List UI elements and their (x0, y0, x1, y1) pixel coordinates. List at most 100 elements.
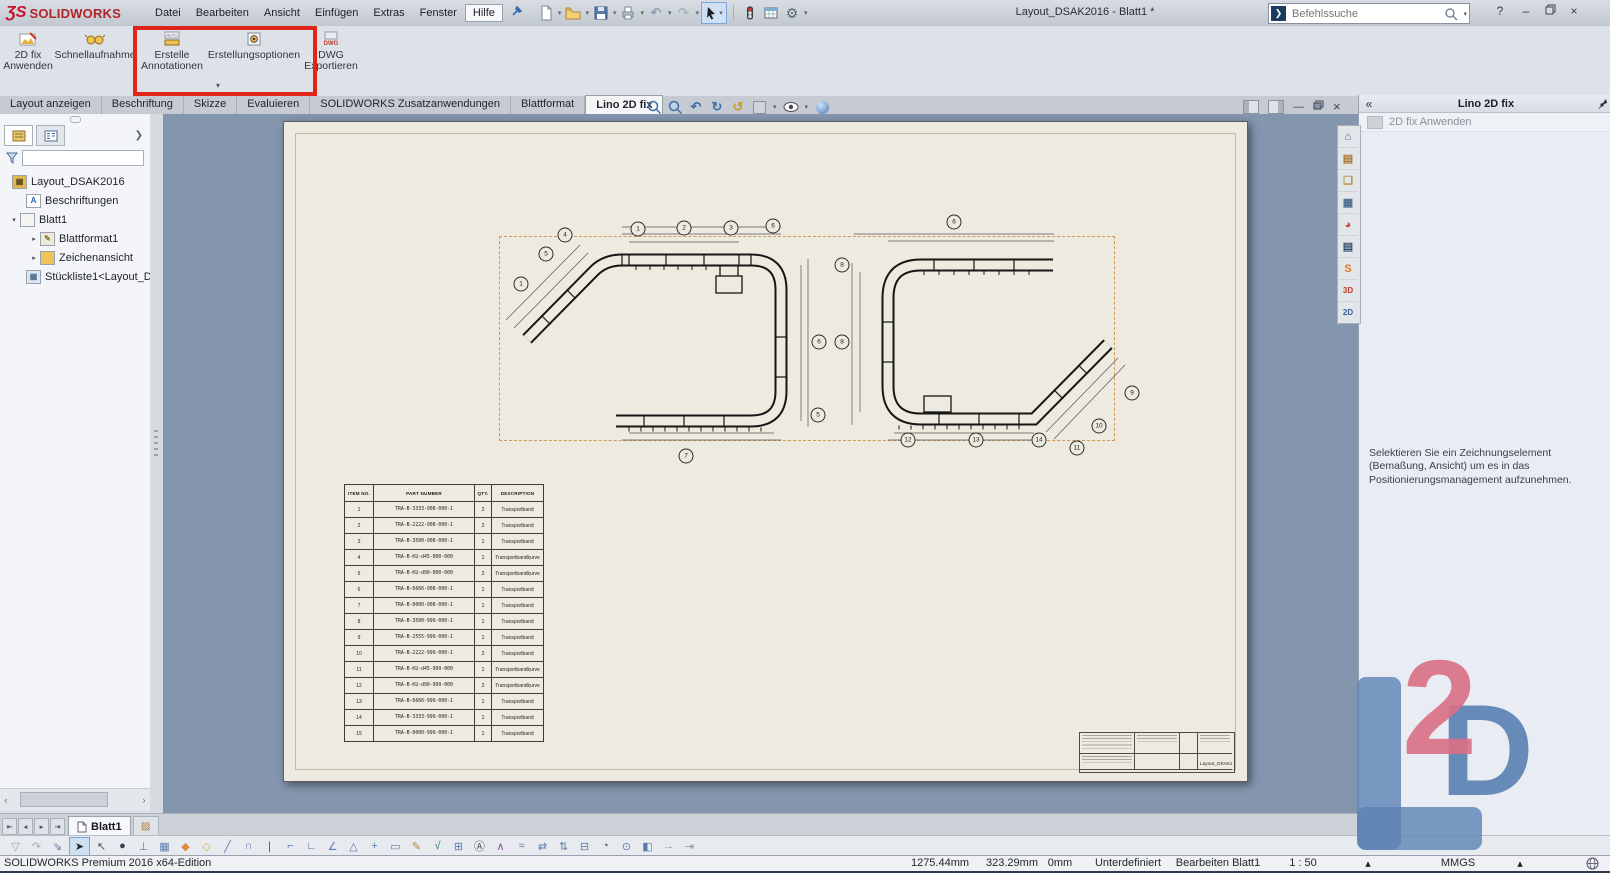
paste-icon[interactable]: ⇘ (48, 838, 67, 855)
title-block[interactable]: Layout_DSAK2016 (1079, 732, 1235, 773)
updown-icon[interactable]: ⇅ (554, 838, 573, 855)
tab-evaluieren[interactable]: Evaluieren (237, 96, 310, 114)
design-library-icon[interactable]: ▤ (1338, 148, 1358, 170)
angle-corner-icon[interactable]: ∟ (302, 838, 321, 855)
balloon[interactable]: 12 (901, 433, 916, 448)
bom-row[interactable]: 5 TRA-B-KU-d90-000-000 2 Transportbandku… (345, 566, 544, 582)
balloon[interactable]: 14 (1032, 433, 1047, 448)
scroll-left-icon[interactable]: ‹ (0, 795, 12, 805)
menu-einfuegen[interactable]: Einfügen (308, 4, 365, 22)
balloon[interactable]: 6 (947, 215, 962, 230)
bom-row[interactable]: 4 TRA-B-KU-d45-000-000 1 Transportbandku… (345, 550, 544, 566)
wave-icon[interactable]: ≈ (512, 838, 531, 855)
feature-tree-tab[interactable] (4, 125, 33, 146)
rotate-entities-icon[interactable]: ◔ (596, 838, 615, 855)
line-icon[interactable]: ╱ (218, 838, 237, 855)
left-panel-hscrollbar[interactable]: ‹ › (0, 788, 150, 810)
tree-item-beschriftungen[interactable]: A Beschriftungen (0, 191, 150, 210)
scroll-right-icon[interactable]: › (138, 795, 150, 805)
ribbon-erstellungsoptionen-button[interactable]: Erstellungsoptionen (204, 31, 304, 61)
bom-row[interactable]: 15 TRA-B-0000-999-000-1 1 Transportband (345, 726, 544, 742)
rhombus-icon[interactable]: ◇ (197, 838, 216, 855)
doc-restore-icon[interactable] (1313, 100, 1324, 113)
balloon[interactable]: 10 (1092, 419, 1107, 434)
help-button[interactable]: ? (1490, 4, 1510, 18)
redo-icon[interactable]: ↷ (674, 3, 694, 23)
bom-row[interactable]: 11 TRA-B-KU-d45-999-000 1 Transportbandk… (345, 662, 544, 678)
open-icon[interactable] (563, 3, 583, 23)
balloon[interactable]: 11 (1070, 441, 1085, 456)
bom-table-icon[interactable] (761, 3, 781, 23)
sheet-nav-first[interactable]: ⇤ (2, 818, 17, 835)
rectangle-icon[interactable]: ▭ (386, 838, 405, 855)
status-scale-dropdown[interactable]: ▴ (1365, 857, 1371, 870)
grid-icon[interactable]: ▦ (155, 838, 174, 855)
status-y[interactable]: 323.29mm (986, 857, 1038, 869)
note-icon[interactable]: Ⓐ (470, 838, 489, 855)
tab-layout-anzeigen[interactable]: Layout anzeigen (0, 96, 102, 114)
panel-splitter[interactable] (150, 114, 164, 813)
lasso-icon[interactable]: ↖ (92, 838, 111, 855)
plus-icon[interactable]: + (365, 838, 384, 855)
balloon[interactable]: 8 (835, 258, 850, 273)
balloon[interactable]: 2 (677, 221, 692, 236)
options-gear-icon[interactable]: ⚙ (782, 3, 802, 23)
minimize-button[interactable]: – (1516, 4, 1536, 18)
ribbon-dwg-exportieren-button[interactable]: DWG DWGExportieren (306, 31, 356, 73)
restore-button[interactable] (1540, 4, 1560, 18)
display-manager-tab[interactable] (36, 125, 65, 146)
pin-menubar-icon[interactable] (511, 4, 524, 22)
tab-solidworks-zusatzanwendungen[interactable]: SOLIDWORKS Zusatzanwendungen (310, 96, 511, 114)
trim-icon[interactable]: ⊟ (575, 838, 594, 855)
bom-row[interactable]: 9 TRA-B-2555-999-000-1 1 Transportband (345, 630, 544, 646)
doc-close-icon[interactable]: × (1333, 99, 1341, 114)
save-icon[interactable] (591, 3, 611, 23)
solidworks-forum-icon[interactable]: S (1338, 258, 1358, 280)
arc-icon[interactable]: ∩ (239, 838, 258, 855)
filter-icon[interactable]: ▽ (6, 838, 25, 855)
ribbon-2d-fix-anwenden-button[interactable]: 2D fixAnwenden (2, 31, 54, 73)
drawing-sheet[interactable]: 451123665768891011121314 ITEM NO. PART N… (283, 121, 1248, 782)
status-scale[interactable]: 1 : 50 (1289, 857, 1317, 869)
bom-row[interactable]: 3 TRA-B-3500-000-000-1 1 Transportband (345, 534, 544, 550)
previous-view-icon[interactable]: ↶ (688, 99, 704, 115)
tab-beschriftung[interactable]: Beschriftung (102, 96, 184, 114)
undo-icon[interactable]: ↶ (646, 3, 666, 23)
menu-extras[interactable]: Extras (366, 4, 411, 22)
status-mode[interactable]: Bearbeiten Blatt1 (1176, 857, 1260, 869)
balloon[interactable]: 9 (1125, 386, 1140, 401)
close-button[interactable]: × (1564, 4, 1584, 18)
bom-row[interactable]: 2 TRA-B-2222-000-000-1 2 Transportband (345, 518, 544, 534)
centerline-icon[interactable]: ⊥ (134, 838, 153, 855)
tree-item-zeichenansicht[interactable]: ▸ Zeichenansicht (0, 248, 150, 267)
tree-item-blatt1[interactable]: ▾ Blatt1 (0, 210, 150, 229)
mirror-icon[interactable]: ◧ (638, 838, 657, 855)
balloon[interactable]: 7 (679, 449, 694, 464)
balloon[interactable]: 1 (514, 277, 529, 292)
pin-panel-icon[interactable] (1593, 98, 1610, 110)
triangle-icon[interactable]: △ (344, 838, 363, 855)
status-units[interactable]: MMGS (1441, 857, 1475, 869)
menu-fenster[interactable]: Fenster (413, 4, 464, 22)
bom-row[interactable]: 13 TRA-B-6666-999-000-1 1 Transportband (345, 694, 544, 710)
print-icon[interactable] (618, 3, 638, 23)
bom-row[interactable]: 12 TRA-B-KU-d90-999-000 2 Transportbandk… (345, 678, 544, 694)
check-icon[interactable]: √ (428, 838, 447, 855)
panel-resize-handle[interactable] (70, 116, 81, 123)
new-document-icon[interactable] (536, 3, 556, 23)
hide-show-items-icon[interactable] (783, 99, 799, 115)
redo-icon[interactable]: ↷ (27, 838, 46, 855)
bom-row[interactable]: 6 TRA-B-6666-000-000-1 1 Transportband (345, 582, 544, 598)
tree-item-stueckliste1[interactable]: ▦ Stückliste1<Layout_DSAK2 (0, 267, 150, 286)
panel-expand-chevron-icon[interactable]: ❯ (135, 130, 143, 141)
ribbon-erstelle-annotationen-button[interactable]: AUTO ErstelleAnnotationen (140, 31, 204, 73)
panel-item-2d-fix-anwenden[interactable]: 2D fix Anwenden (1359, 113, 1610, 132)
lino-2d-icon[interactable]: 2D (1338, 302, 1358, 323)
move-icon[interactable]: → (659, 838, 678, 855)
appearances-icon[interactable]: ◕ (1338, 214, 1358, 236)
file-explorer-icon[interactable]: ❏ (1338, 170, 1358, 192)
circle-icon[interactable]: ⊙ (617, 838, 636, 855)
menu-bearbeiten[interactable]: Bearbeiten (189, 4, 256, 22)
balloon[interactable]: 13 (969, 433, 984, 448)
bom-row[interactable]: 1 TRA-B-3333-000-000-1 2 Transportband (345, 502, 544, 518)
